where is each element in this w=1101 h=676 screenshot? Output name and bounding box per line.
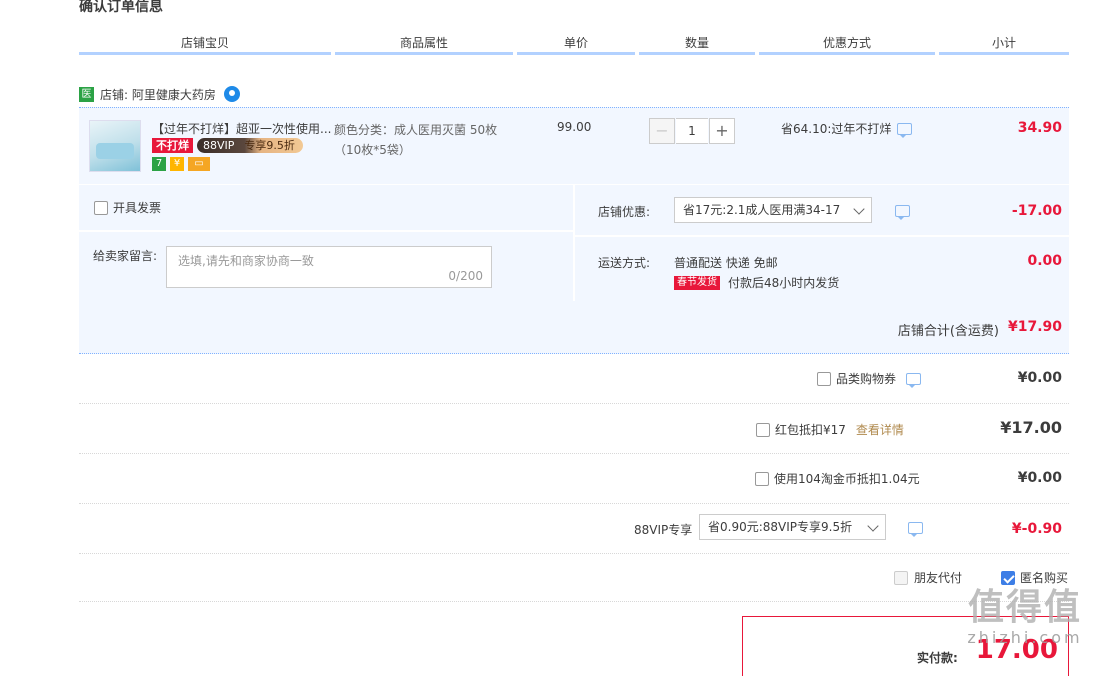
divider xyxy=(575,235,1069,237)
category-coupon-checkbox[interactable] xyxy=(817,371,831,386)
divider xyxy=(573,185,575,301)
qty-decrease-button[interactable]: − xyxy=(649,118,675,144)
shop-total-value: ¥17.90 xyxy=(1007,319,1062,335)
comment-icon[interactable] xyxy=(897,122,913,138)
friend-pay-label: 朋友代付 xyxy=(914,571,963,585)
vip-badge-name: 88VIP xyxy=(203,139,235,152)
divider xyxy=(79,230,573,232)
shop-type-icon: 医 xyxy=(79,86,94,102)
column-header-price: 单价 xyxy=(517,34,635,55)
shipping-note: 付款后48小时内发货 xyxy=(728,276,840,290)
red-packet-checkbox[interactable] xyxy=(756,422,770,437)
product-attributes: 颜色分类：成人医用灭菌 50枚 （10枚*5袋） xyxy=(334,120,514,160)
invoice-option[interactable]: 开具发票 xyxy=(94,199,161,216)
shop-discount-selected: 省17元:2.1成人医用满34-17 xyxy=(683,203,841,217)
spring-festival-badge: 春节发货 xyxy=(674,275,720,290)
taobao-coin-option[interactable]: 使用104淘金币抵扣1.04元 xyxy=(755,470,920,487)
quantity-stepper: − 1 + xyxy=(649,118,735,144)
message-count: 0/200 xyxy=(448,269,483,283)
payment-options-row: 朋友代付 匿名购买 xyxy=(79,553,1069,602)
message-label: 给卖家留言: xyxy=(93,249,158,263)
shipping-value: 0.00 xyxy=(1027,253,1062,269)
shop-total-label: 店铺合计(含运费) xyxy=(897,324,999,339)
message-placeholder: 选填,请先和商家协商一致 xyxy=(178,254,314,268)
shipping-label: 运送方式: xyxy=(598,256,651,270)
product-thumbnail[interactable] xyxy=(89,120,141,172)
comment-icon[interactable] xyxy=(906,372,922,388)
vip-badge: 88VIP 专享9.5折 xyxy=(197,138,303,153)
item-promo: 省64.10:过年不打烊 xyxy=(781,120,913,138)
item-promo-text: 省64.10:过年不打烊 xyxy=(781,122,892,136)
chevron-down-icon xyxy=(867,520,879,532)
chat-icon[interactable] xyxy=(223,86,240,102)
message-textarea[interactable]: 选填,请先和商家协商一致 0/200 xyxy=(166,246,492,288)
item-subtotal: 34.90 xyxy=(1017,120,1062,136)
shipping-note-row: 春节发货 付款后48小时内发货 xyxy=(674,274,839,291)
invoice-label: 开具发票 xyxy=(113,201,162,215)
shop-discount-select[interactable]: 省17元:2.1成人医用满34-17 xyxy=(674,197,872,223)
taobao-coin-label: 使用104淘金币抵扣1.04元 xyxy=(774,472,920,486)
anonymous-option[interactable]: 匿名购买 xyxy=(1001,569,1068,586)
red-packet-details-link[interactable]: 查看详情 xyxy=(856,421,904,438)
service-icons: 7 ¥ ▭ xyxy=(152,157,210,171)
invoice-checkbox[interactable] xyxy=(94,200,108,215)
unit-price: 99.00 xyxy=(557,120,592,134)
friend-pay-checkbox[interactable] xyxy=(894,570,908,585)
category-coupon-label: 品类购物券 xyxy=(836,372,897,386)
product-badges: 不打烊 88VIP 专享9.5折 xyxy=(152,138,303,153)
taobao-coin-checkbox[interactable] xyxy=(755,471,769,486)
category-coupon-option[interactable]: 品类购物券 xyxy=(817,370,922,388)
shop-line: 医 店铺: 阿里健康大药房 xyxy=(79,85,240,103)
anonymous-label: 匿名购买 xyxy=(1020,571,1069,585)
taobao-coin-value: ¥0.00 xyxy=(1017,470,1062,486)
anonymous-checkbox[interactable] xyxy=(1001,570,1015,585)
vip-discount-selected: 省0.90元:88VIP专享9.5折 xyxy=(708,520,853,534)
column-header: 店铺宝贝 商品属性 单价 数量 优惠方式 小计 xyxy=(79,34,1069,55)
vip-badge-offer: 专享9.5折 xyxy=(244,139,295,152)
column-header-item: 店铺宝贝 xyxy=(79,34,331,55)
vip-value: ¥-0.90 xyxy=(1011,521,1062,537)
attr-line-2: （10枚*5袋） xyxy=(334,143,411,157)
shipping-method: 普通配送 快递 免邮 xyxy=(674,256,778,270)
qty-increase-button[interactable]: + xyxy=(709,118,735,144)
column-header-attr: 商品属性 xyxy=(335,34,513,55)
comment-icon[interactable] xyxy=(908,522,923,537)
red-packet-option[interactable]: 红包抵扣¥17 查看详情 xyxy=(756,421,904,438)
category-coupon-row: 品类购物券 ¥0.00 xyxy=(79,354,1069,404)
watermark-url: zhizhi.com xyxy=(967,628,1083,647)
watermark: 值得值 zhizhi.com xyxy=(955,588,1095,668)
taobao-coin-row: 使用104淘金币抵扣1.04元 ¥0.00 xyxy=(79,454,1069,504)
qty-input[interactable]: 1 xyxy=(676,118,708,144)
column-header-qty: 数量 xyxy=(639,34,755,55)
order-options: 开具发票 给卖家留言: 选填,请先和商家协商一致 0/200 店铺优惠: 省17… xyxy=(79,185,1069,301)
shop-total: 店铺合计(含运费) ¥17.90 xyxy=(79,301,1069,354)
shop-discount-value: -17.00 xyxy=(1011,203,1062,219)
card-icon: ▭ xyxy=(188,157,210,171)
watermark-logo: 值得值 xyxy=(967,587,1082,628)
product-title[interactable]: 【过年不打烊】超亚一次性使用... xyxy=(152,120,332,137)
column-header-promo: 优惠方式 xyxy=(759,34,935,55)
category-coupon-value: ¥0.00 xyxy=(1017,370,1062,386)
red-packet-value: ¥17.00 xyxy=(1000,418,1062,437)
vip-row: 88VIP专享 省0.90元:88VIP专享9.5折 ¥-0.90 xyxy=(79,504,1069,554)
vip-label: 88VIP专享 xyxy=(634,523,693,537)
red-packet-label: 红包抵扣¥17 xyxy=(775,423,846,437)
chevron-down-icon xyxy=(853,203,865,215)
shop-name[interactable]: 店铺: 阿里健康大药房 xyxy=(100,86,216,103)
payment-icon: ¥ xyxy=(170,157,184,171)
pay-label: 实付款: xyxy=(917,651,958,665)
seven-day-return-icon: 7 xyxy=(152,157,166,171)
column-header-subtotal: 小计 xyxy=(939,34,1069,55)
vip-discount-select[interactable]: 省0.90元:88VIP专享9.5折 xyxy=(699,514,886,540)
attr-line-1: 颜色分类：成人医用灭菌 50枚 xyxy=(334,123,498,137)
shop-discount-label: 店铺优惠: xyxy=(598,205,651,219)
comment-icon[interactable] xyxy=(895,205,910,220)
order-item: 【过年不打烊】超亚一次性使用... 不打烊 88VIP 专享9.5折 7 ¥ ▭… xyxy=(79,107,1069,184)
section-title: 确认订单信息 xyxy=(79,0,163,15)
friend-pay-option[interactable]: 朋友代付 xyxy=(894,569,962,586)
red-packet-row: 红包抵扣¥17 查看详情 ¥17.00 xyxy=(79,404,1069,454)
no-close-badge: 不打烊 xyxy=(152,138,193,153)
